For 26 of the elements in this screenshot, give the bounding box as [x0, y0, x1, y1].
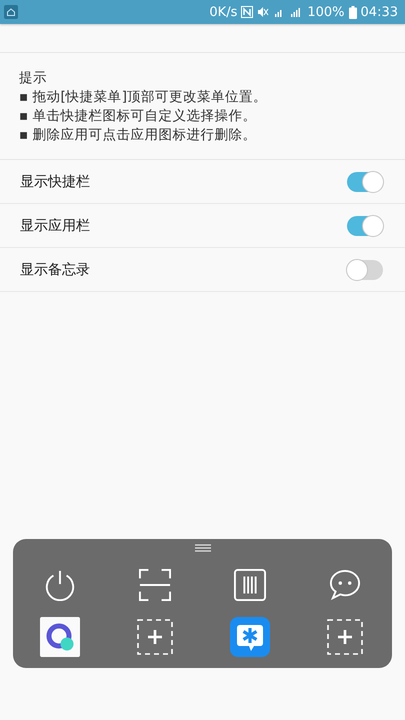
tip-text: ▪ 拖动[快捷菜单]顶部可更改菜单位置。: [19, 88, 268, 107]
barcode-icon[interactable]: [234, 569, 266, 601]
setting-label: 显示快捷栏: [20, 172, 90, 190]
clock: 04:33: [360, 4, 398, 20]
tips-title: 提示: [19, 69, 48, 88]
setting-label: 显示应用栏: [20, 216, 90, 234]
drag-handle-icon[interactable]: [194, 544, 210, 552]
scan-icon[interactable]: [139, 569, 172, 601]
add-app-icon[interactable]: [326, 619, 363, 655]
battery-level: 100%: [307, 4, 345, 20]
mute-icon: [257, 6, 270, 18]
tip-text: ▪ 单击快捷栏图标可自定义选择操作。: [19, 107, 258, 126]
nfc-icon: [241, 6, 254, 18]
toggle-switch[interactable]: [347, 216, 383, 236]
tip-text: ▪ 删除应用可点击应用图标进行删除。: [19, 126, 258, 145]
setting-label: 显示备忘录: [20, 260, 90, 278]
network-speed: 0K/s: [209, 4, 238, 20]
battery-icon: [348, 6, 357, 18]
chat-icon[interactable]: [328, 569, 361, 601]
add-app-icon[interactable]: [137, 619, 174, 655]
app-icon[interactable]: [40, 617, 80, 657]
toggle-switch[interactable]: [347, 260, 383, 280]
home-icon: [4, 5, 18, 19]
app-icon[interactable]: [230, 617, 270, 657]
toggle-switch[interactable]: [347, 172, 383, 192]
power-icon[interactable]: [44, 569, 76, 601]
